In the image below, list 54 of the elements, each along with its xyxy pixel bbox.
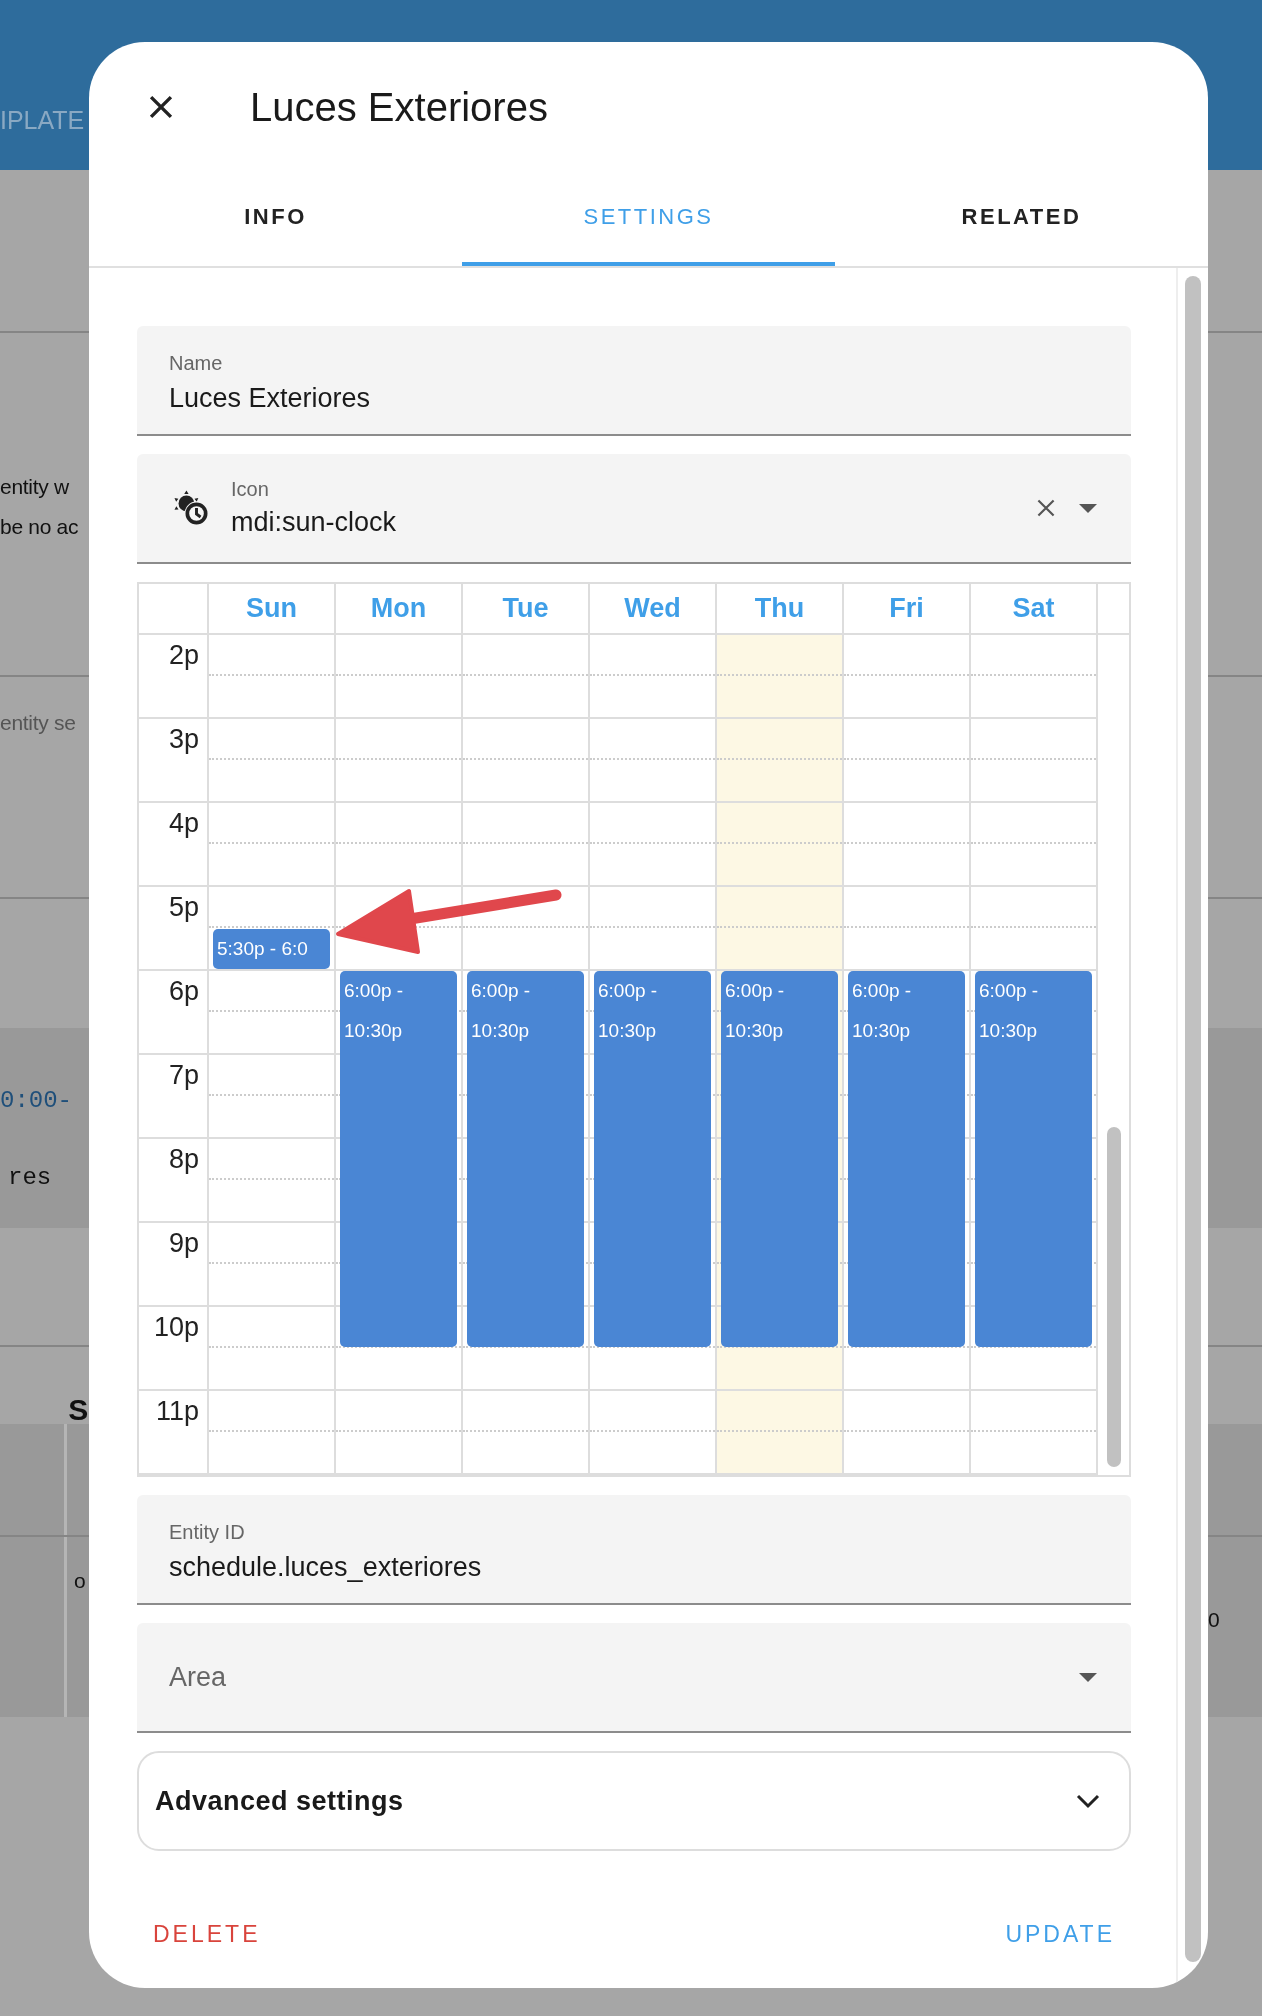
schedule-event[interactable]: 6:00p - 10:30p	[848, 971, 965, 1347]
day-header: Mon	[336, 584, 463, 633]
hour-label: 7p	[168, 1060, 199, 1090]
chevron-icon	[1075, 1793, 1101, 1809]
day-header: Wed	[590, 584, 717, 633]
hour-label: 4p	[168, 808, 199, 838]
field-value: mdi:sun-clock	[231, 507, 398, 538]
hour-label: 8p	[168, 1144, 199, 1174]
background-text: 0	[1208, 1608, 1220, 1632]
hour-label: 11p	[155, 1396, 199, 1426]
dialog-title: Luces Exteriores	[250, 84, 548, 130]
day-header: Tue	[463, 584, 590, 633]
day-header: Sat	[971, 584, 1098, 633]
background-text: entity w	[0, 475, 69, 499]
delete-button[interactable]: DELETE	[149, 1913, 265, 1956]
tab[interactable]: INFO	[89, 172, 462, 266]
header-text: IPLATE	[0, 106, 85, 135]
background-text: o	[74, 1569, 86, 1593]
schedule-event[interactable]: 6:00p - 10:30p	[467, 971, 584, 1347]
schedule-event[interactable]: 5:30p - 6:0	[213, 929, 330, 969]
icon-field[interactable]: Icon mdi:sun-clock	[137, 454, 1131, 564]
day-header: Fri	[844, 584, 971, 633]
hour-label: 3p	[168, 724, 199, 754]
background-text: be no ac	[0, 515, 79, 539]
schedule-event[interactable]: 6:00p - 10:30p	[594, 971, 711, 1347]
field-label: Name	[169, 352, 224, 375]
field-placeholder: Area	[169, 1661, 228, 1693]
field-label: Entity ID	[169, 1521, 246, 1544]
entity-id-field[interactable]: Entity ID schedule.luces_exteriores	[137, 1495, 1131, 1605]
dropdown-caret-icon[interactable]	[1077, 502, 1099, 514]
hour-label: 9p	[168, 1228, 199, 1258]
background-text: S	[68, 1393, 88, 1427]
day-header: Sun	[209, 584, 336, 633]
schedule-event[interactable]: 6:00p - 10:30p	[340, 971, 457, 1347]
advanced-settings-expander[interactable]: Advanced settings	[137, 1751, 1131, 1851]
update-button[interactable]: UPDATE	[1001, 1913, 1119, 1956]
background-text: entity se	[0, 711, 76, 735]
hour-label: 5p	[168, 892, 199, 922]
field-label: Icon	[231, 478, 270, 501]
schedule-event[interactable]: 6:00p - 10:30p	[975, 971, 1092, 1347]
tab[interactable]: RELATED	[835, 172, 1208, 266]
background-text: res	[8, 1164, 52, 1191]
hour-label: 2p	[168, 640, 199, 670]
field-value: schedule.luces_exteriores	[169, 1552, 483, 1583]
field-value: Luces Exteriores	[169, 383, 372, 414]
background-text: 0:00-	[0, 1087, 72, 1114]
day-header: Thu	[717, 584, 844, 633]
area-field[interactable]: Area	[137, 1623, 1131, 1733]
dropdown-caret-icon	[1077, 1671, 1099, 1683]
hour-label: 10p	[153, 1312, 199, 1342]
tab[interactable]: SETTINGS	[462, 172, 835, 266]
hour-label: 6p	[168, 976, 199, 1006]
name-field[interactable]: Name Luces Exteriores	[137, 326, 1131, 436]
schedule-event[interactable]: 6:00p - 10:30p	[721, 971, 838, 1347]
